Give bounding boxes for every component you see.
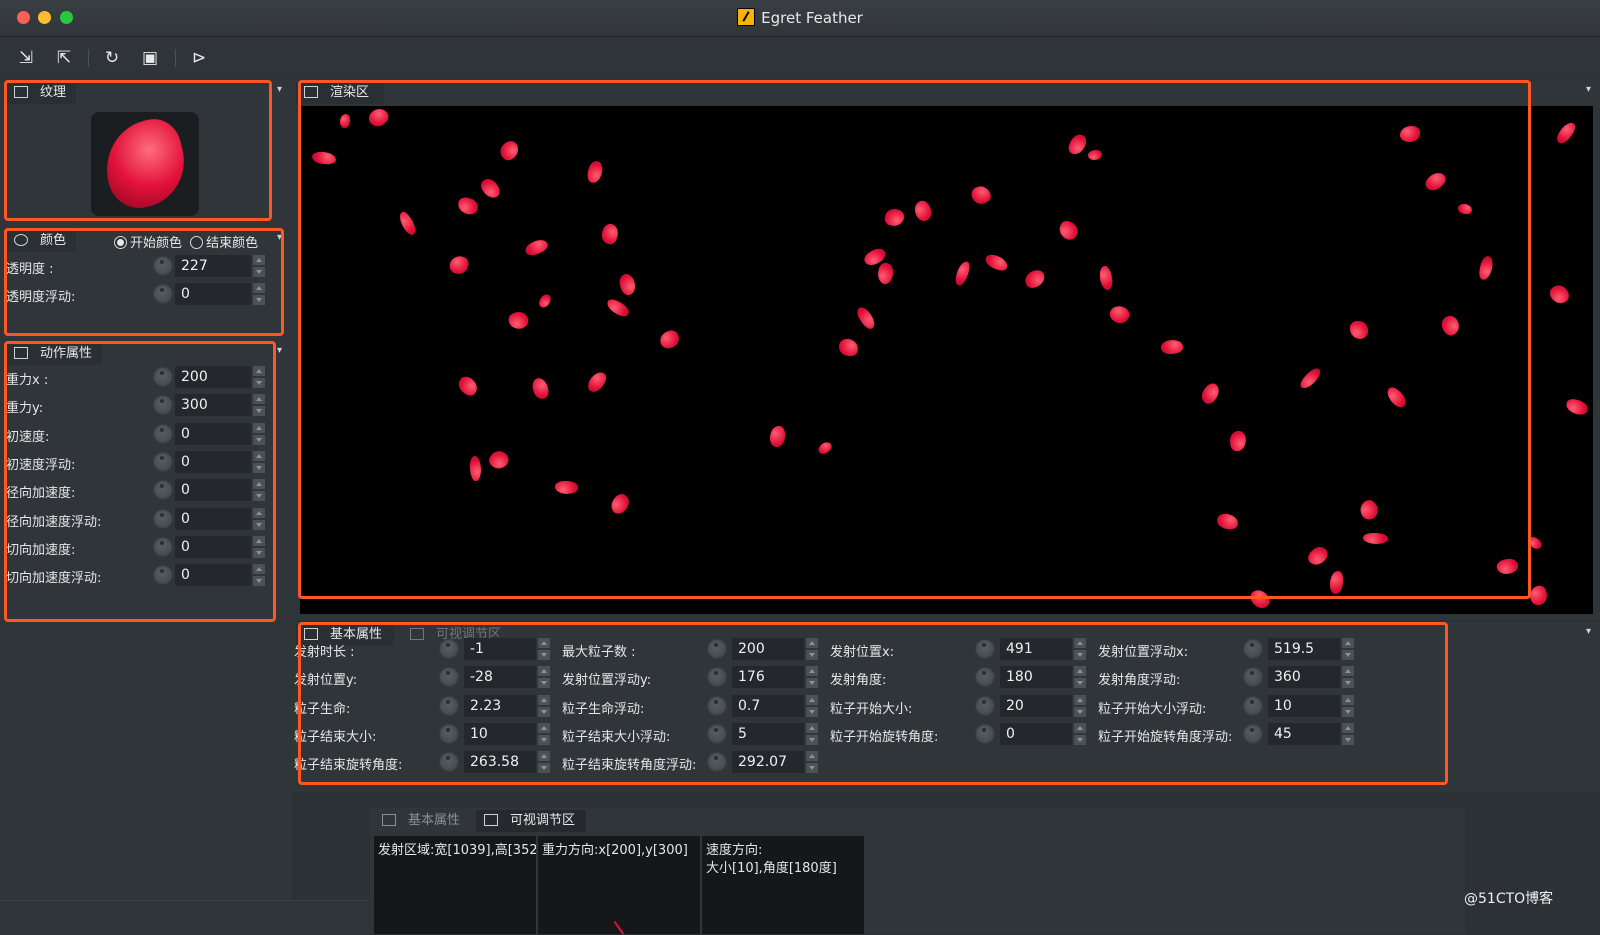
toolbar: ⇲ ⇱ ↻ ▣ ⊳ <box>0 37 1600 79</box>
collapse-icon[interactable]: ▾ <box>277 84 282 95</box>
tab-basic-label-2: 基本属性 <box>408 813 461 828</box>
visual-adjust-panel: 基本属性 可视调节区 发射区域:宽[1039],高[352] 重力方向:x[200… <box>370 808 1465 934</box>
basic-properties-panel: 基本属性 可视调节区 ▾ 发射时长 : -1 最大粒子数 :200 发射位置x: 491… <box>292 622 1600 792</box>
toolbar-separator <box>88 49 89 67</box>
render-panel: 渲染区 ▾ <box>292 80 1600 620</box>
highlight-box <box>4 228 284 336</box>
window-title: Egret Feather <box>0 8 1600 27</box>
visual-adjust-area: 基本属性 可视调节区 发射区域:宽[1039],高[352] 重力方向:x[200… <box>292 792 1600 934</box>
visual-box-line1: 重力方向:x[200],y[300] <box>542 843 688 858</box>
highlight-box <box>4 341 276 622</box>
visual-icon <box>484 814 498 826</box>
properties-icon <box>382 814 396 826</box>
visual-box[interactable]: 速度方向: 大小[10],角度[180度] <box>702 836 864 934</box>
fit-icon[interactable]: ▣ <box>139 47 161 69</box>
collapse-icon[interactable]: ▾ <box>1586 84 1591 95</box>
tab-visual-label-2: 可视调节区 <box>510 813 576 828</box>
visual-box-line2: 大小[10],角度[180度] <box>706 861 837 876</box>
petal-particle <box>1547 281 1572 308</box>
window-title-text: Egret Feather <box>761 9 863 27</box>
collapse-icon[interactable]: ▾ <box>1586 626 1591 637</box>
visual-box[interactable]: 发射区域:宽[1039],高[352] <box>374 836 536 934</box>
export-icon[interactable]: ⇱ <box>53 47 75 69</box>
title-bar: Egret Feather <box>0 0 1600 37</box>
app-logo-icon <box>737 8 756 26</box>
watermark: @51CTO博客 <box>1464 891 1554 907</box>
visual-box-line1: 发射区域:宽[1039],高[352] <box>378 843 536 858</box>
petal-particle <box>1528 584 1549 607</box>
highlight-box <box>298 80 1531 599</box>
status-bar <box>0 900 370 935</box>
petal-particle <box>1564 397 1590 417</box>
color-panel: 颜色 开始颜色 结束颜色 ▾ 透明度 :227 透明度浮动: 0 <box>0 228 292 338</box>
highlight-box <box>4 80 272 221</box>
tab-visual-adjust-2[interactable]: 可视调节区 <box>476 810 586 832</box>
motion-panel: 动作属性 ▾ 重力x :200 重力y: 300 初速度: 0 初速度浮动: 0 径向加速度:… <box>0 341 292 622</box>
tab-basic-properties-2[interactable]: 基本属性 <box>374 810 460 832</box>
import-icon[interactable]: ⇲ <box>15 47 37 69</box>
collapse-icon[interactable]: ▾ <box>277 345 282 356</box>
visual-box-line1: 速度方向: <box>706 843 763 858</box>
highlight-box <box>298 622 1448 785</box>
play-icon[interactable]: ⊳ <box>188 47 210 69</box>
toolbar-separator <box>175 49 176 67</box>
petal-particle <box>1554 119 1578 147</box>
texture-panel: 纹理 ▾ <box>0 80 292 225</box>
gravity-direction-indicator <box>613 920 625 934</box>
refresh-icon[interactable]: ↻ <box>101 47 123 69</box>
visual-box[interactable]: 重力方向:x[200],y[300] <box>538 836 700 934</box>
